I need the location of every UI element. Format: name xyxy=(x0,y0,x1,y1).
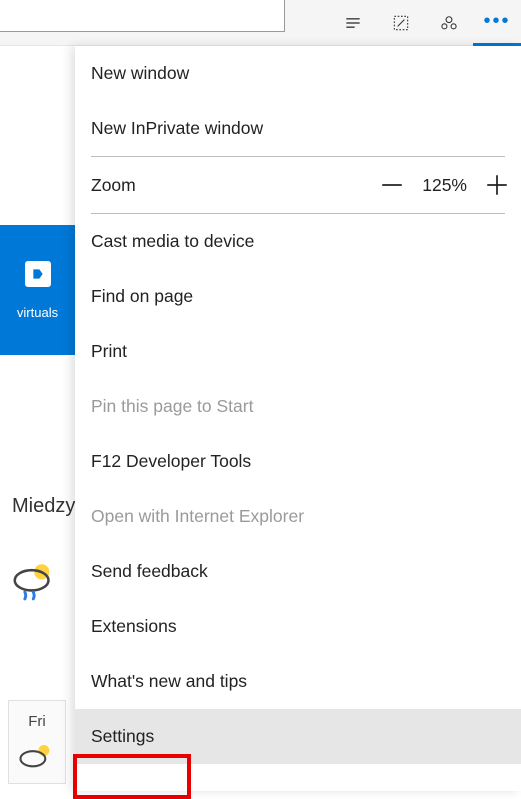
forecast-day-label: Fri xyxy=(15,713,59,730)
web-note-icon[interactable] xyxy=(377,0,425,46)
minus-icon xyxy=(379,172,405,198)
menu-devtools[interactable]: F12 Developer Tools xyxy=(75,434,521,489)
weather-icon-rain xyxy=(8,555,62,614)
zoom-out-button[interactable] xyxy=(378,171,406,199)
menu-cast[interactable]: Cast media to device xyxy=(75,214,521,269)
more-menu: New window New InPrivate window Zoom 125… xyxy=(75,46,521,791)
tile-label: virtuals xyxy=(17,305,58,320)
start-tile[interactable]: virtuals xyxy=(0,225,75,355)
menu-new-inprivate[interactable]: New InPrivate window xyxy=(75,101,521,156)
menu-feedback[interactable]: Send feedback xyxy=(75,544,521,599)
ellipsis-icon: ••• xyxy=(483,10,510,33)
topbar-icons: ••• xyxy=(329,0,521,46)
forecast-card[interactable]: Fri xyxy=(8,700,66,784)
menu-settings[interactable]: Settings xyxy=(75,709,521,764)
reading-view-icon[interactable] xyxy=(329,0,377,46)
menu-print[interactable]: Print xyxy=(75,324,521,379)
topbar: ••• xyxy=(0,0,521,46)
zoom-value: 125% xyxy=(422,175,467,196)
menu-pin-to-start: Pin this page to Start xyxy=(75,379,521,434)
zoom-controls: 125% xyxy=(378,171,511,199)
more-button[interactable]: ••• xyxy=(473,0,521,46)
weather-icon-partly-cloudy xyxy=(15,738,59,774)
menu-extensions[interactable]: Extensions xyxy=(75,599,521,654)
menu-new-window[interactable]: New window xyxy=(75,46,521,101)
menu-find[interactable]: Find on page xyxy=(75,269,521,324)
share-icon[interactable] xyxy=(425,0,473,46)
plus-icon xyxy=(484,172,510,198)
menu-zoom-row: Zoom 125% xyxy=(75,157,521,213)
zoom-label: Zoom xyxy=(91,175,378,196)
zoom-in-button[interactable] xyxy=(483,171,511,199)
address-bar-edge[interactable] xyxy=(0,0,285,32)
menu-whats-new[interactable]: What's new and tips xyxy=(75,654,521,709)
tile-app-icon xyxy=(25,261,51,287)
menu-open-ie: Open with Internet Explorer xyxy=(75,489,521,544)
